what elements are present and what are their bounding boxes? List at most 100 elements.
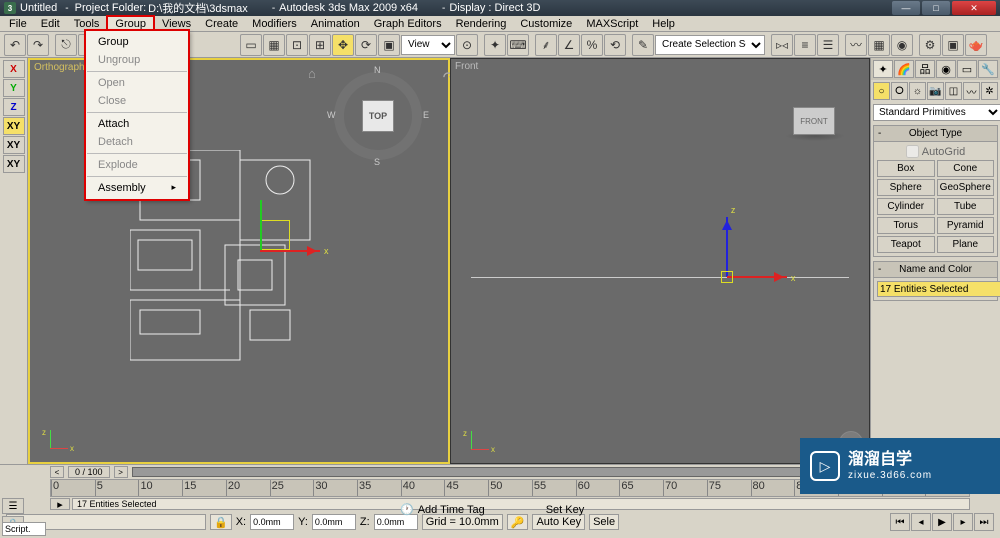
autogrid-checkbox[interactable] bbox=[906, 145, 919, 158]
cameras-button[interactable]: 📷 bbox=[927, 82, 944, 100]
spinner-snap-button[interactable]: ⟲ bbox=[604, 34, 626, 56]
trackbar-toggle[interactable]: ▸ bbox=[50, 498, 70, 510]
align-button[interactable]: ≡ bbox=[794, 34, 816, 56]
time-slider-thumb[interactable]: 0 / 100 bbox=[68, 466, 110, 478]
ref-coord-select[interactable]: View bbox=[401, 35, 455, 55]
home-icon[interactable]: ⌂ bbox=[308, 66, 316, 81]
viewport-front[interactable]: Front FRONT z x z x bbox=[450, 58, 870, 464]
redo-button[interactable]: ↷ bbox=[27, 34, 49, 56]
rotate-button[interactable]: ⟳ bbox=[355, 34, 377, 56]
select-button[interactable]: ▭ bbox=[240, 34, 262, 56]
menu-maxscript[interactable]: MAXScript bbox=[579, 17, 645, 31]
menu-tools[interactable]: Tools bbox=[67, 17, 107, 31]
play-button[interactable]: ▶ bbox=[932, 513, 952, 531]
axis-x-button[interactable]: X bbox=[3, 60, 25, 78]
next-key-button[interactable]: ▸ bbox=[953, 513, 973, 531]
axis-yz-button[interactable]: XY bbox=[3, 136, 25, 154]
keyboard-button[interactable]: ⌨ bbox=[507, 34, 529, 56]
select-filter-button[interactable]: ⊞ bbox=[309, 34, 331, 56]
menu-create[interactable]: Create bbox=[198, 17, 245, 31]
geometry-button[interactable]: ○ bbox=[873, 82, 890, 100]
dropdown-close[interactable]: Close bbox=[86, 92, 188, 110]
center-button[interactable]: ⊙ bbox=[456, 34, 478, 56]
select-window-button[interactable]: ⊡ bbox=[286, 34, 308, 56]
dropdown-ungroup[interactable]: Ungroup bbox=[86, 51, 188, 69]
hierarchy-tab[interactable]: 品 bbox=[915, 60, 935, 78]
material-button[interactable]: ◉ bbox=[891, 34, 913, 56]
maximize-button[interactable]: □ bbox=[922, 1, 950, 15]
goto-end-button[interactable]: ⏭ bbox=[974, 513, 994, 531]
time-tag-icon[interactable]: 🕐 bbox=[400, 503, 414, 516]
cylinder-button[interactable]: Cylinder bbox=[877, 198, 935, 215]
manip-button[interactable]: ✦ bbox=[484, 34, 506, 56]
display-tab[interactable]: ▭ bbox=[957, 60, 977, 78]
viewcube-face[interactable]: TOP bbox=[362, 100, 394, 132]
dropdown-assembly[interactable]: Assembly bbox=[86, 179, 188, 197]
render-setup-button[interactable]: ⚙ bbox=[919, 34, 941, 56]
key-button[interactable]: 🔑 bbox=[507, 514, 529, 530]
box-button[interactable]: Box bbox=[877, 160, 935, 177]
layers-button[interactable]: ☰ bbox=[817, 34, 839, 56]
autokey-button[interactable]: Auto Key bbox=[532, 514, 585, 530]
motion-tab[interactable]: ◉ bbox=[936, 60, 956, 78]
dropdown-group[interactable]: Group bbox=[86, 33, 188, 51]
undo-button[interactable]: ↶ bbox=[4, 34, 26, 56]
angle-snap-button[interactable]: ∠ bbox=[558, 34, 580, 56]
axis-y-button[interactable]: Y bbox=[3, 79, 25, 97]
lights-button[interactable]: ☼ bbox=[909, 82, 926, 100]
systems-button[interactable]: ✲ bbox=[981, 82, 998, 100]
category-select[interactable]: Standard Primitives bbox=[873, 104, 1000, 121]
link-button[interactable]: ⎋ bbox=[55, 34, 77, 56]
render-frame-button[interactable]: ▣ bbox=[942, 34, 964, 56]
goto-start-button[interactable]: ⏮ bbox=[890, 513, 910, 531]
geosphere-button[interactable]: GeoSphere bbox=[937, 179, 995, 196]
setkey-button[interactable]: Set Key bbox=[546, 504, 585, 516]
torus-button[interactable]: Torus bbox=[877, 217, 935, 234]
viewcube-top[interactable]: ⌂ ↷ N S E W TOP bbox=[328, 66, 428, 166]
percent-snap-button[interactable]: % bbox=[581, 34, 603, 56]
named-selection-select[interactable]: Create Selection Set bbox=[655, 35, 765, 55]
menu-help[interactable]: Help bbox=[645, 17, 682, 31]
minilistener-button[interactable]: ☰ bbox=[2, 498, 24, 514]
z-coord-input[interactable] bbox=[374, 514, 418, 530]
menu-modifiers[interactable]: Modifiers bbox=[245, 17, 304, 31]
teapot-button[interactable]: Teapot bbox=[877, 236, 935, 253]
add-time-tag[interactable]: Add Time Tag bbox=[418, 504, 508, 516]
x-coord-input[interactable] bbox=[250, 514, 294, 530]
select-region-button[interactable]: ▦ bbox=[263, 34, 285, 56]
create-tab[interactable]: ✦ bbox=[873, 60, 893, 78]
axis-zx-button[interactable]: XY bbox=[3, 155, 25, 173]
scale-button[interactable]: ▣ bbox=[378, 34, 400, 56]
axis-z-button[interactable]: Z bbox=[3, 98, 25, 116]
filters-button[interactable]: Sele bbox=[589, 514, 619, 530]
menu-file[interactable]: File bbox=[2, 17, 34, 31]
prev-key-button[interactable]: ◂ bbox=[911, 513, 931, 531]
lock-selection-button[interactable]: 🔒 bbox=[210, 514, 232, 530]
pyramid-button[interactable]: Pyramid bbox=[937, 217, 995, 234]
menu-rendering[interactable]: Rendering bbox=[449, 17, 514, 31]
named-sel-edit-button[interactable]: ✎ bbox=[632, 34, 654, 56]
curve-editor-button[interactable]: 〰 bbox=[845, 34, 867, 56]
snap-button[interactable]: ⸙ bbox=[535, 34, 557, 56]
plane-button[interactable]: Plane bbox=[937, 236, 995, 253]
modify-tab[interactable]: 🌈 bbox=[894, 60, 914, 78]
viewcube-front[interactable]: FRONT bbox=[785, 103, 845, 143]
close-button[interactable]: ✕ bbox=[952, 1, 996, 15]
shapes-button[interactable]: ⵔ bbox=[891, 82, 908, 100]
axis-xy-button[interactable]: XY bbox=[3, 117, 25, 135]
tube-button[interactable]: Tube bbox=[937, 198, 995, 215]
dropdown-attach[interactable]: Attach bbox=[86, 115, 188, 133]
minimize-button[interactable]: — bbox=[892, 1, 920, 15]
y-coord-input[interactable] bbox=[312, 514, 356, 530]
menu-views[interactable]: Views bbox=[155, 17, 198, 31]
mirror-button[interactable]: ▹◃ bbox=[771, 34, 793, 56]
schematic-button[interactable]: ▦ bbox=[868, 34, 890, 56]
menu-graph-editors[interactable]: Graph Editors bbox=[367, 17, 449, 31]
render-button[interactable]: 🫖 bbox=[965, 34, 987, 56]
next-frame-button[interactable]: > bbox=[114, 466, 128, 478]
sphere-button[interactable]: Sphere bbox=[877, 179, 935, 196]
helpers-button[interactable]: ◫ bbox=[945, 82, 962, 100]
dropdown-explode[interactable]: Explode bbox=[86, 156, 188, 174]
dropdown-detach[interactable]: Detach bbox=[86, 133, 188, 151]
menu-edit[interactable]: Edit bbox=[34, 17, 67, 31]
